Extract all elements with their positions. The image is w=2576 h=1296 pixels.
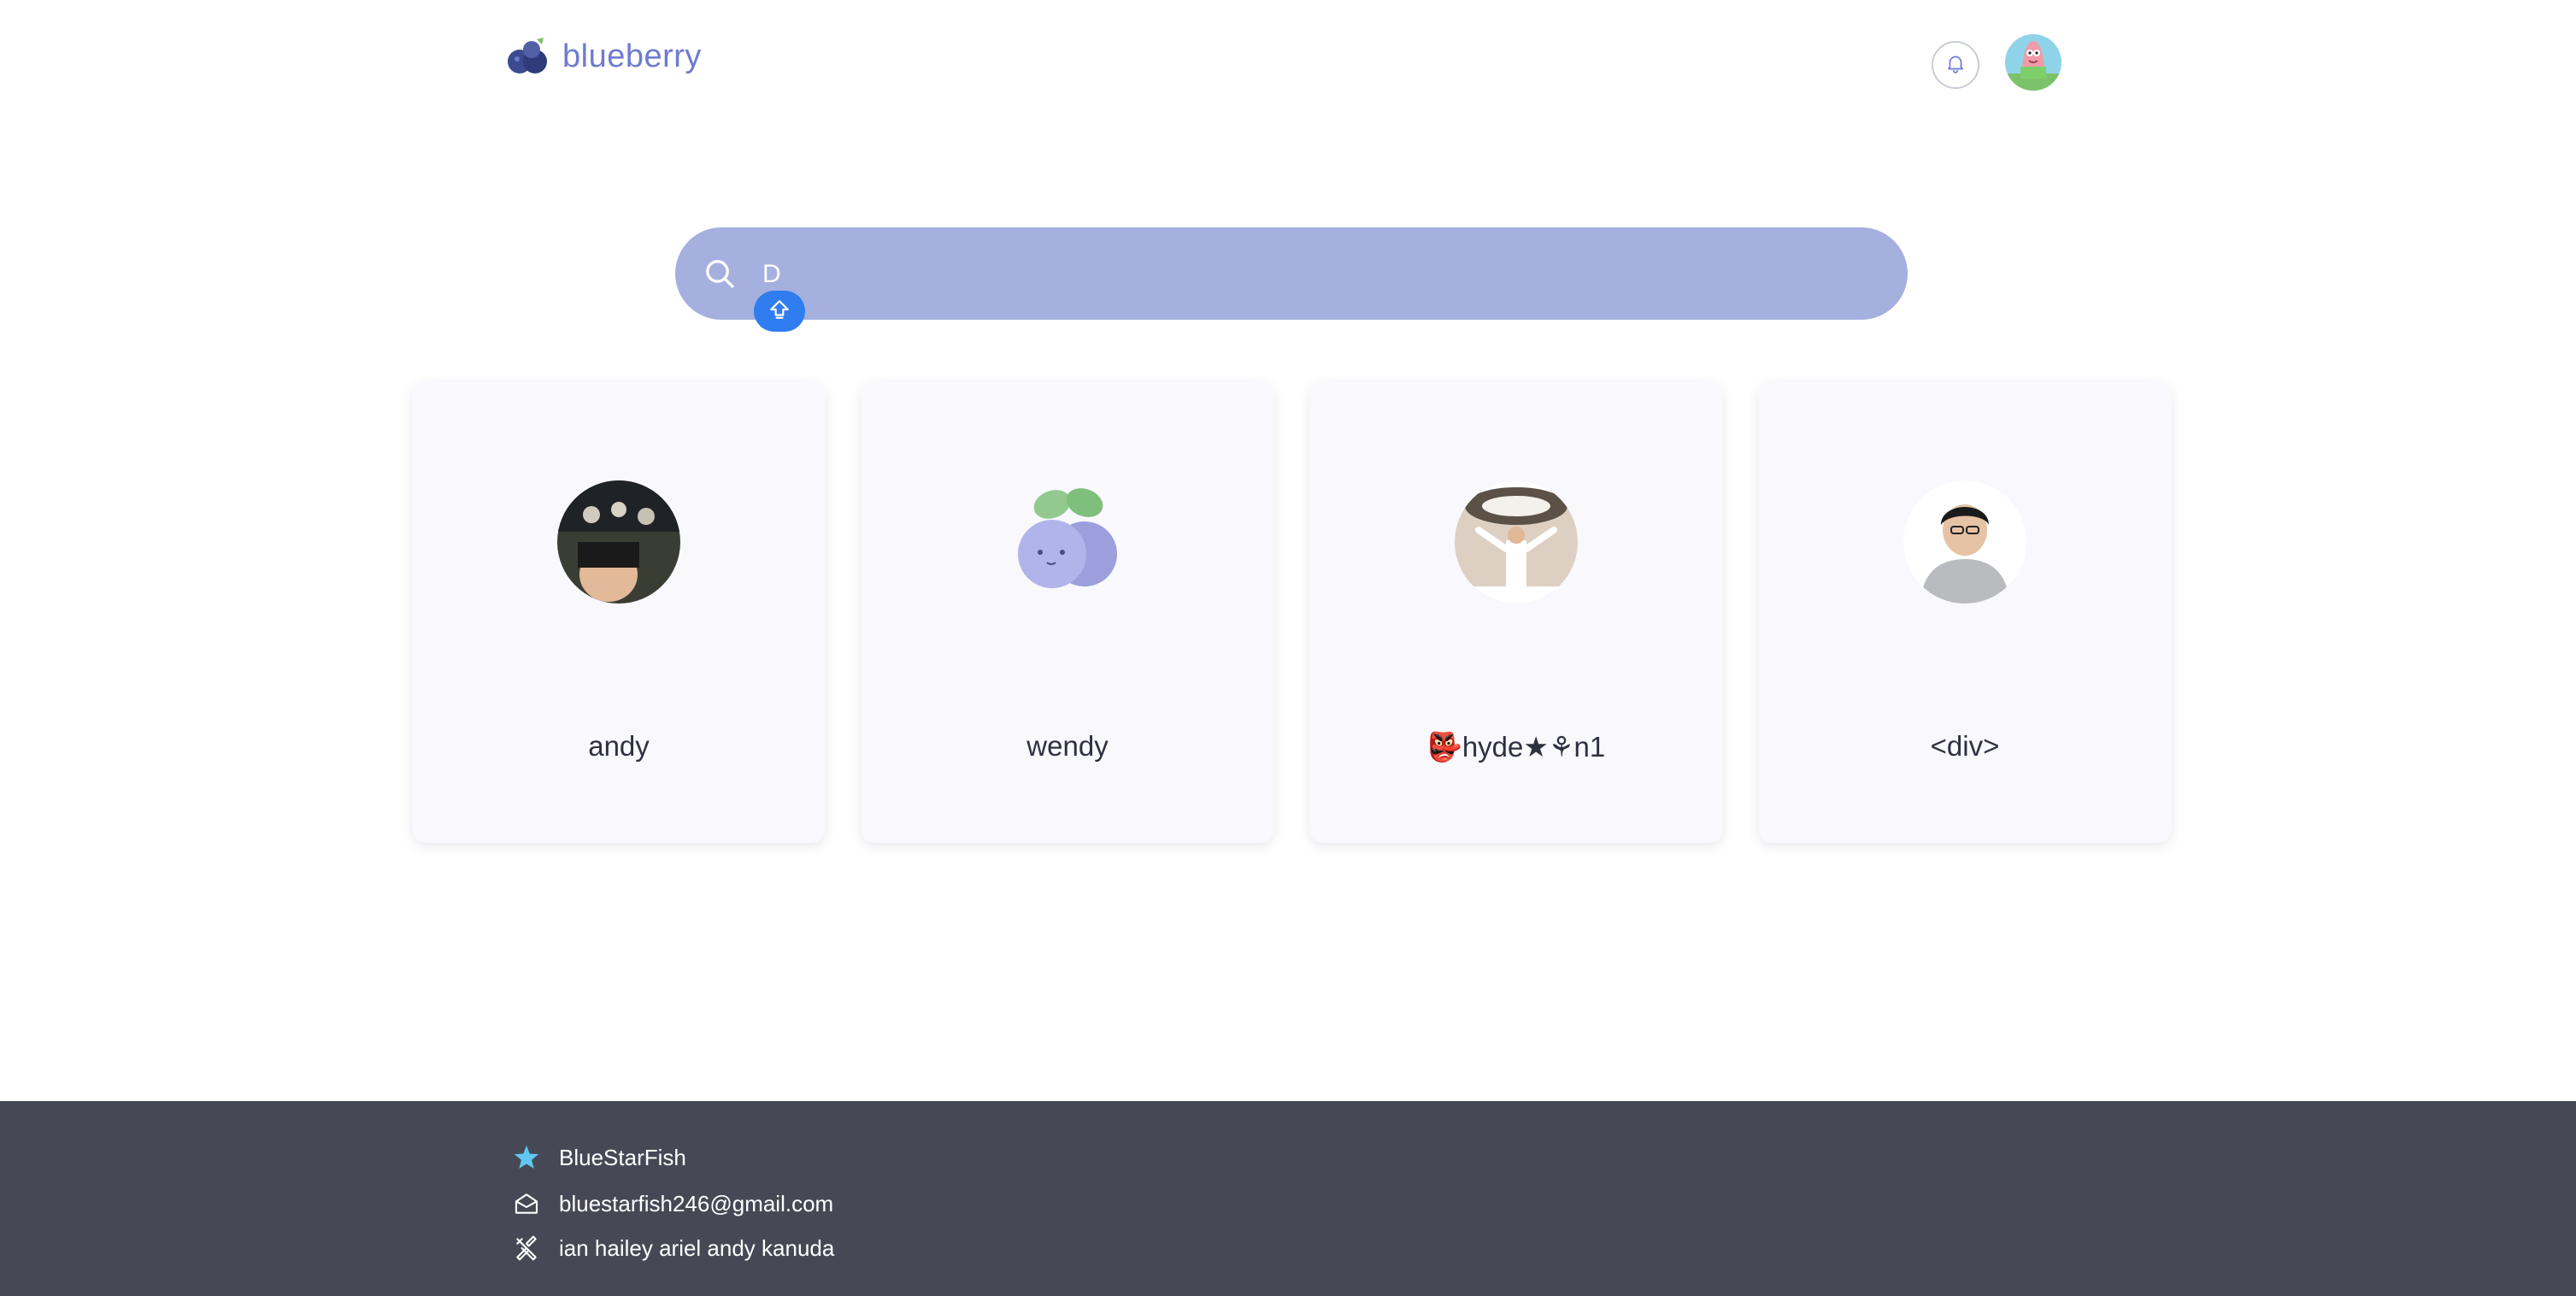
team-members: ian hailey ariel andy kanuda [559,1234,835,1261]
user-card[interactable]: 👺hyde★⚘n1 [1309,381,1723,843]
user-avatar [1455,480,1578,604]
user-card[interactable]: wendy [861,381,1274,843]
footer-email: bluestarfish246@gmail.com [511,1188,833,1219]
profile-avatar[interactable] [2005,34,2061,91]
bell-icon [1944,52,1967,79]
tools-icon [511,1233,542,1264]
brand-name: blueberry [562,38,702,74]
footer: BlueStarFish bluestarfish246@gmail.com i… [0,1101,2576,1296]
contact-email[interactable]: bluestarfish246@gmail.com [559,1191,833,1217]
user-name: andy [588,730,650,762]
shift-key-indicator [754,291,805,332]
search-input[interactable] [761,248,1875,301]
starfish-icon [511,1142,542,1173]
search-icon [703,256,737,295]
mail-icon [511,1188,542,1219]
footer-team: BlueStarFish [511,1142,686,1173]
user-avatar [557,480,680,604]
user-name: <div> [1930,730,2000,762]
footer-members: ian hailey ariel andy kanuda [511,1233,834,1264]
user-avatar [1006,480,1129,604]
notifications-button[interactable] [1932,41,1979,89]
user-name: wendy [1026,730,1109,762]
search-bar[interactable] [675,227,1908,320]
shift-key-icon [768,298,791,325]
brand-logo[interactable]: blueberry [506,36,702,77]
user-card[interactable]: <div> [1758,381,2172,843]
user-avatar [1903,480,2026,604]
blueberry-logo-icon [506,36,550,77]
user-name: 👺hyde★⚘n1 [1426,731,1606,763]
user-card[interactable]: andy [412,381,826,843]
team-name: BlueStarFish [559,1144,686,1170]
